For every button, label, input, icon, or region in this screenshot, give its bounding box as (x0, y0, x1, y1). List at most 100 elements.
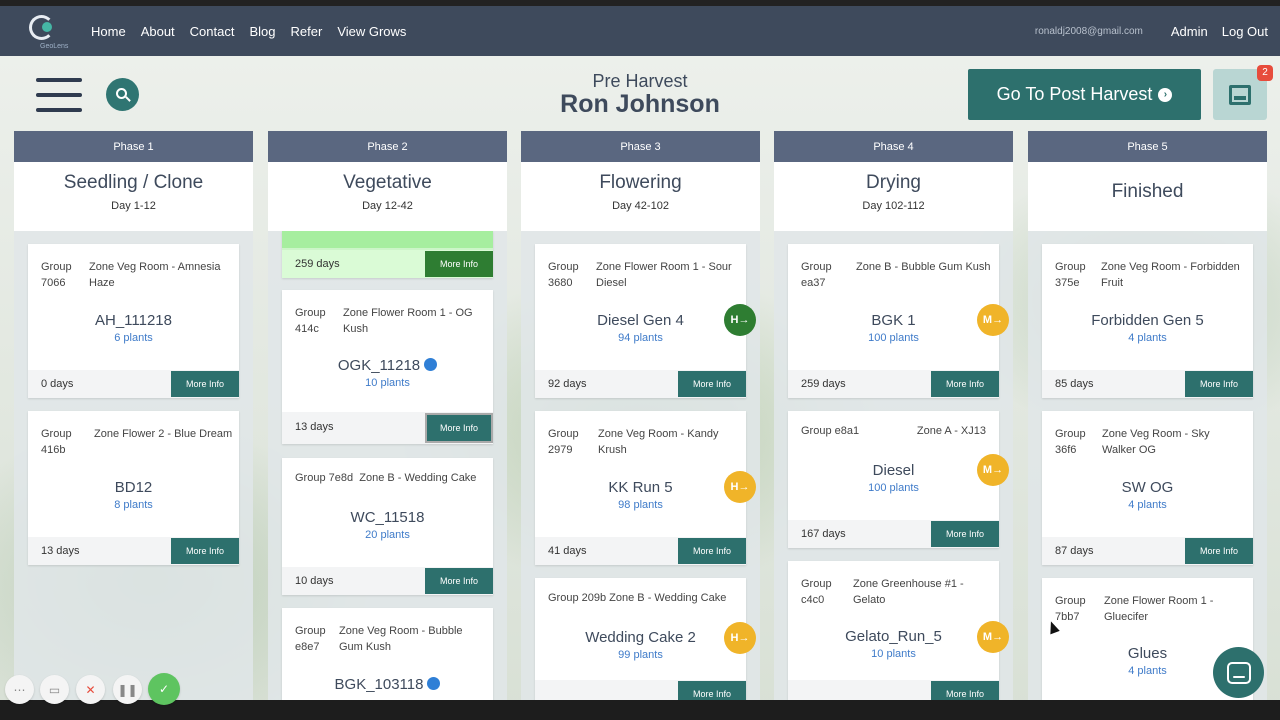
batch-group: Group 7bb7 (1055, 595, 1086, 623)
batch-name: OGK_11218 (337, 357, 421, 374)
batch-name-row: OGK_11218 (282, 357, 493, 374)
card-footer: 0 days More Info (28, 370, 239, 398)
batch-plants-link[interactable]: 94 plants (535, 332, 746, 344)
harvest-action-button[interactable]: H→ (724, 304, 756, 336)
chat-button[interactable] (1213, 647, 1264, 698)
camera-icon[interactable]: ▭ (40, 675, 69, 704)
nav-view-grows-link[interactable]: View Grows (337, 24, 406, 39)
go-to-post-harvest-label: Go To Post Harvest (996, 84, 1153, 104)
notification-badge: 2 (1257, 65, 1273, 81)
card-footer: More Info (788, 680, 999, 701)
more-info-button[interactable]: More Info (931, 371, 999, 397)
phase-label: Phase 2 (268, 131, 507, 162)
more-info-button[interactable]: More Info (678, 371, 746, 397)
batch-card[interactable]: Group 7e8d Zone B - Wedding Cake WC_1151… (282, 458, 493, 595)
batch-group: Group c4c0 (801, 578, 832, 606)
phase-name: Flowering (599, 172, 682, 193)
batch-zone: Zone Flower 2 - Blue Dream (94, 428, 233, 440)
more-info-button[interactable]: More Info (1185, 371, 1253, 397)
batch-plants-link[interactable]: 6 plants (28, 332, 239, 344)
more-info-button[interactable]: More Info (171, 538, 239, 564)
more-info-button[interactable]: More Info (425, 413, 493, 443)
batch-card[interactable]: Group c4c0 Zone Greenhouse #1 - Gelato G… (788, 561, 1009, 701)
batch-group: Group ea37 (801, 261, 832, 289)
batch-card[interactable]: Group e8a1 Zone A - XJ13 Diesel 100 plan… (788, 411, 1009, 548)
batch-plants-link[interactable]: 8 plants (28, 499, 239, 511)
batch-card[interactable]: Group 209b Zone B - Wedding Cake Wedding… (535, 578, 756, 701)
move-action-button[interactable]: M→ (977, 621, 1009, 653)
bottom-edge (0, 700, 1280, 720)
batch-plants-link[interactable]: 4 plants (1042, 332, 1253, 344)
nav-blog-link[interactable]: Blog (249, 24, 275, 39)
batch-card[interactable]: Group 414c Zone Flower Room 1 - OG Kush … (282, 290, 493, 444)
more-info-button[interactable]: More Info (171, 371, 239, 397)
phase-column-5: Phase 5 Finished Group 375e Zone Veg Roo… (1028, 131, 1267, 701)
batch-plants-link[interactable]: 100 plants (788, 332, 999, 344)
move-action-button[interactable]: M→ (977, 304, 1009, 336)
batch-name: KK Run 5 (608, 479, 673, 496)
card-footer: 13 days More Info (28, 537, 239, 565)
batch-zone: Zone A - XJ13 (916, 425, 986, 437)
more-info-button[interactable]: More Info (425, 251, 493, 277)
logo-icon[interactable]: GeoLens (26, 13, 68, 53)
batch-card-partial[interactable]: 259 days More Info (282, 231, 493, 278)
harvest-action-button[interactable]: H→ (724, 471, 756, 503)
more-info-button[interactable]: More Info (931, 521, 999, 547)
nav-contact-link[interactable]: Contact (190, 24, 235, 39)
status-dot-icon (427, 677, 441, 690)
nav-admin-link[interactable]: Admin (1171, 24, 1208, 39)
batch-plants-link[interactable]: 10 plants (282, 377, 493, 389)
batch-name: WC_11518 (350, 509, 425, 526)
more-info-button[interactable]: More Info (931, 681, 999, 701)
pause-icon[interactable]: ❚❚ (113, 675, 142, 704)
go-to-post-harvest-button[interactable]: Go To Post Harvest › (968, 69, 1201, 120)
batch-zone: Zone Veg Room - Amnesia Haze (89, 261, 221, 289)
phase-name: Vegetative (343, 172, 432, 193)
batch-card[interactable]: Group 36f6 Zone Veg Room - Sky Walker OG… (1042, 411, 1253, 565)
batch-card[interactable]: Group 416b Zone Flower 2 - Blue Dream BD… (28, 411, 239, 565)
batch-plants-link[interactable]: 98 plants (535, 499, 746, 511)
phase-label: Phase 5 (1028, 131, 1267, 162)
batch-card[interactable]: Group 7066 Zone Veg Room - Amnesia Haze … (28, 244, 239, 398)
batch-age: 0 days (41, 378, 74, 390)
batch-plants-link[interactable]: 100 plants (788, 482, 999, 494)
phase-card-list: 259 days More Info Group 414c Zone Flowe… (268, 231, 507, 701)
batch-card[interactable]: Group 2979 Zone Veg Room - Kandy Krush K… (535, 411, 756, 565)
more-info-button[interactable]: More Info (1185, 538, 1253, 564)
close-icon[interactable]: ✕ (76, 675, 105, 704)
batch-age: 92 days (548, 378, 587, 390)
nav-about-link[interactable]: About (141, 24, 175, 39)
batch-age: 87 days (1055, 545, 1094, 557)
check-icon[interactable]: ✓ (148, 673, 180, 705)
batch-zone: Zone B - Wedding Cake (609, 592, 727, 604)
more-info-button[interactable]: More Info (678, 538, 746, 564)
batch-group: Group 7e8d (295, 472, 354, 484)
harvest-action-button[interactable]: H→ (724, 622, 756, 654)
batch-zone: Zone Veg Room - Forbidden Fruit (1101, 261, 1240, 289)
batch-card[interactable]: Group ea37 Zone B - Bubble Gum Kush BGK … (788, 244, 1009, 398)
more-info-button[interactable]: More Info (425, 568, 493, 594)
batch-name: Forbidden Gen 5 (1091, 312, 1204, 329)
batch-group: Group 7066 (41, 261, 72, 289)
batch-plants-link[interactable]: 20 plants (282, 529, 493, 541)
nav-home-link[interactable]: Home (91, 24, 126, 39)
nav-account: ronaldj2008@gmail.com Admin Log Out (1035, 6, 1268, 56)
move-action-button[interactable]: M→ (977, 454, 1009, 486)
nav-logout-link[interactable]: Log Out (1222, 24, 1268, 39)
batch-group: Group 36f6 (1055, 428, 1086, 456)
batch-plants-link[interactable]: 99 plants (535, 649, 746, 661)
batch-card[interactable]: Group 375e Zone Veg Room - Forbidden Fru… (1042, 244, 1253, 398)
card-footer: 92 days More Info (535, 370, 746, 398)
more-options-icon[interactable]: ⋯ (5, 675, 34, 704)
more-info-button[interactable]: More Info (678, 681, 746, 701)
batch-plants-link[interactable]: 10 plants (788, 648, 999, 660)
card-footer: More Info (535, 680, 746, 701)
batch-zone: Zone Veg Room - Sky Walker OG (1102, 428, 1210, 456)
phase-label: Phase 3 (521, 131, 760, 162)
batch-zone: Zone Veg Room - Kandy Krush (598, 428, 719, 456)
batch-card[interactable]: Group e8e7 Zone Veg Room - Bubble Gum Ku… (282, 608, 493, 701)
batch-plants-link[interactable]: 4 plants (1042, 499, 1253, 511)
batch-card[interactable]: Group 3680 Zone Flower Room 1 - Sour Die… (535, 244, 756, 398)
nav-refer-link[interactable]: Refer (291, 24, 323, 39)
phase-label: Phase 4 (774, 131, 1013, 162)
